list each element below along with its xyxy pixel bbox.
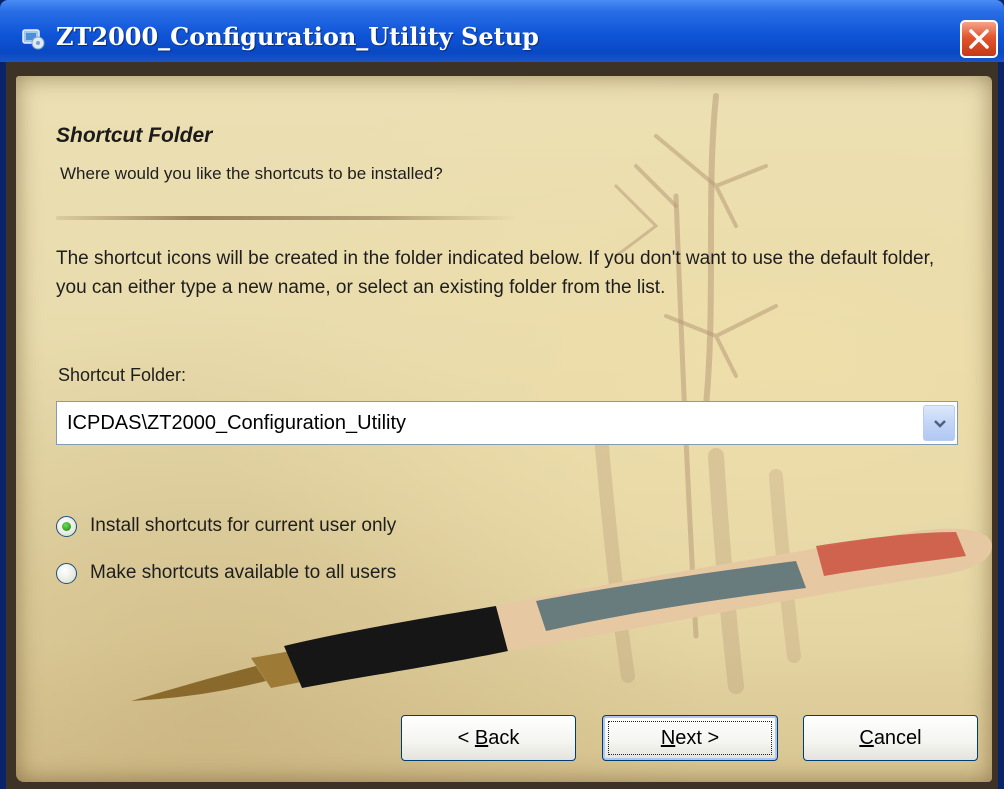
dropdown-button[interactable] bbox=[923, 405, 955, 441]
pen-illustration bbox=[131, 528, 992, 701]
back-prefix: < bbox=[457, 727, 475, 749]
shortcut-folder-label: Shortcut Folder: bbox=[58, 365, 187, 385]
radio-button[interactable] bbox=[56, 563, 77, 584]
cancel-button[interactable]: Cancel bbox=[803, 715, 978, 761]
next-button[interactable]: Next > bbox=[602, 715, 778, 761]
parchment-background: Shortcut Folder Where would you like the… bbox=[16, 76, 992, 782]
back-button[interactable]: < Back bbox=[401, 715, 576, 761]
back-accelerator: B bbox=[474, 727, 489, 749]
dialog-body: Shortcut Folder Where would you like the… bbox=[6, 62, 998, 789]
cancel-accelerator: C bbox=[859, 727, 874, 749]
radio-button[interactable] bbox=[56, 516, 77, 537]
next-label-rest: ext > bbox=[675, 727, 720, 749]
shortcut-folder-combobox[interactable]: ICPDAS\ZT2000_Configuration_Utility bbox=[56, 401, 958, 445]
cancel-label-rest: ancel bbox=[873, 727, 922, 749]
radio-label[interactable]: Make shortcuts available to all users bbox=[90, 562, 396, 584]
installer-icon bbox=[20, 26, 46, 50]
description-text: The shortcut icons will be created in th… bbox=[56, 248, 935, 298]
radio-label[interactable]: Install shortcuts for current user only bbox=[90, 515, 396, 537]
window-title: ZT2000_Configuration_Utility Setup bbox=[56, 22, 539, 51]
title-bar[interactable]: ZT2000_Configuration_Utility Setup bbox=[0, 0, 1004, 62]
shortcut-folder-value[interactable]: ICPDAS\ZT2000_Configuration_Utility bbox=[67, 412, 406, 435]
page-subtitle: Where would you like the shortcuts to be… bbox=[60, 164, 443, 183]
header-divider bbox=[56, 216, 516, 220]
page-title: Shortcut Folder bbox=[56, 124, 213, 147]
next-accelerator: N bbox=[660, 727, 676, 749]
chevron-down-icon bbox=[934, 420, 946, 428]
close-icon bbox=[969, 29, 989, 49]
radio-selected-dot bbox=[62, 522, 71, 531]
close-button[interactable] bbox=[960, 20, 998, 58]
back-label-rest: ack bbox=[488, 727, 520, 749]
setup-window: ZT2000_Configuration_Utility Setup Short… bbox=[0, 0, 1004, 789]
